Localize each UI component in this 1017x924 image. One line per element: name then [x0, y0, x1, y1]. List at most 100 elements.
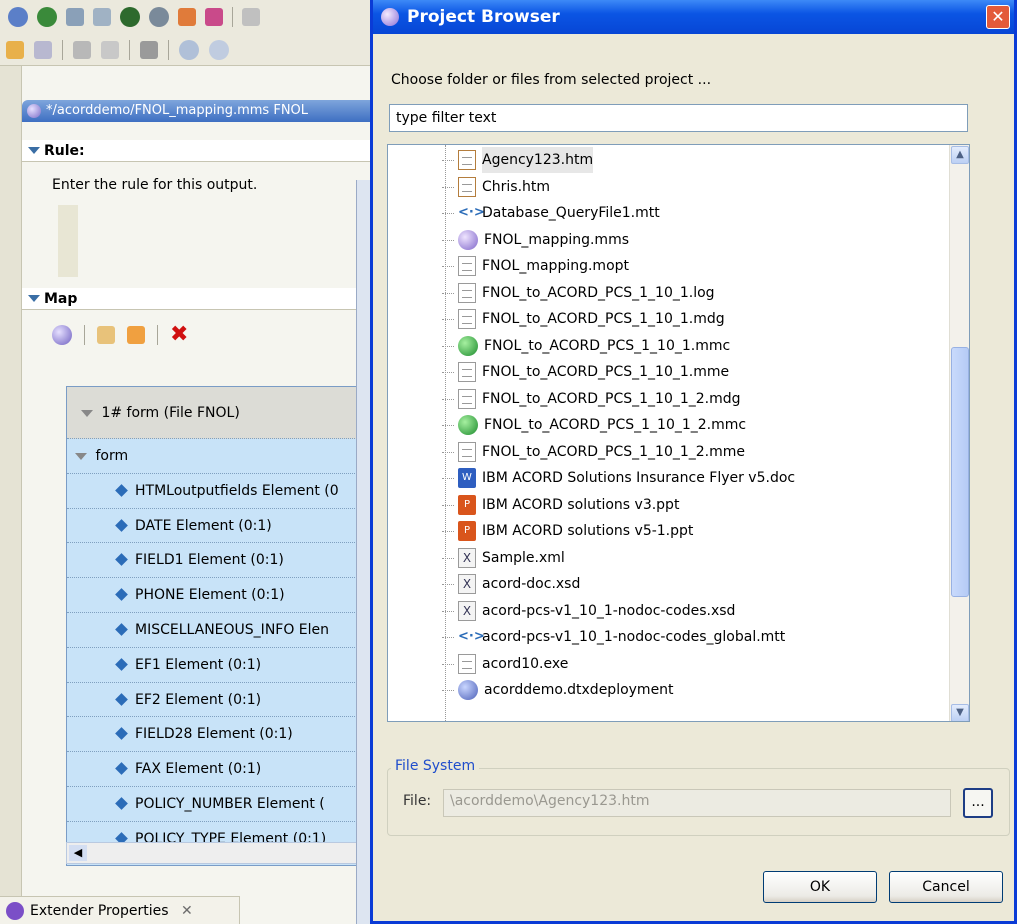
expand-arrow-icon[interactable] — [75, 453, 87, 460]
file-list-item[interactable]: FNOL_to_ACORD_PCS_1_10_1.mme — [442, 359, 729, 385]
tree-element-row[interactable]: FIELD1 Element (0:1) — [67, 543, 365, 579]
scroll-down-icon[interactable]: ▼ — [951, 704, 969, 721]
file-list-item[interactable]: <·> acord-pcs-v1_10_1-nodoc-codes_global.… — [442, 624, 785, 650]
extender-properties-tab[interactable]: Extender Properties ✕ — [0, 896, 240, 924]
file-name: FNOL_to_ACORD_PCS_1_10_1_2.mmc — [484, 417, 747, 433]
file-list-item[interactable]: FNOL_mapping.mms — [442, 227, 629, 253]
tree-element-row[interactable]: MISCELLANEOUS_INFO Elen — [67, 613, 365, 648]
rule-section-header[interactable]: Rule: — [22, 140, 380, 162]
deployment-icon — [458, 680, 478, 700]
toolbar-zoom-in-icon[interactable] — [179, 39, 199, 60]
add-map-icon[interactable] — [52, 325, 72, 345]
file-list-item[interactable]: X Sample.xml — [442, 545, 565, 571]
mtt-file-icon: <·> — [458, 629, 485, 644]
scroll-left-icon[interactable]: ◀ — [69, 845, 87, 861]
element-label: POLICY_NUMBER Element ( — [135, 795, 325, 812]
file-list-item[interactable]: FNOL_to_ACORD_PCS_1_10_1_2.mdg — [442, 386, 741, 412]
file-list-item[interactable]: acord10.exe — [442, 651, 568, 677]
toolbar-debug-icon[interactable] — [37, 7, 57, 27]
file-list-item[interactable]: W IBM ACORD Solutions Insurance Flyer v5.… — [442, 465, 795, 491]
ok-button[interactable]: OK — [763, 871, 877, 903]
tree-element-row[interactable]: PHONE Element (0:1) — [67, 578, 365, 613]
delete-map-icon[interactable]: ✖ — [170, 324, 188, 346]
file-list-item[interactable]: Chris.htm — [442, 174, 550, 200]
tree-element-row[interactable]: FAX Element (0:1) — [67, 752, 365, 787]
element-icon — [115, 692, 128, 706]
tree-element-row[interactable]: POLICY_NUMBER Element ( — [67, 787, 365, 822]
element-label: EF2 Element (0:1) — [135, 691, 262, 708]
toolbar-run-icon[interactable] — [8, 7, 28, 27]
toolbar-zoom-out-icon[interactable] — [209, 39, 229, 60]
file-list-item[interactable]: Agency123.htm — [442, 147, 594, 173]
toolbar-gear-icon[interactable] — [149, 7, 169, 27]
toolbar-delete-icon[interactable] — [140, 40, 158, 59]
editor-tab[interactable]: */acorddemo/FNOL_mapping.mms FNOL — [22, 100, 380, 122]
file-list-scrollbar[interactable]: ▲ ▼ — [949, 145, 969, 721]
file-name: acorddemo.dtxdeployment — [484, 682, 674, 698]
scroll-up-icon[interactable]: ▲ — [951, 146, 969, 164]
toolbar-map-settings-icon[interactable] — [93, 8, 111, 26]
toolbar-code-icon[interactable] — [242, 8, 260, 26]
tree-element-row[interactable]: EF2 Element (0:1) — [67, 683, 365, 718]
tree-element-row[interactable]: DATE Element (0:1) — [67, 509, 365, 544]
scroll-thumb[interactable] — [951, 347, 969, 597]
file-list-item[interactable]: P IBM ACORD solutions v3.ppt — [442, 492, 679, 518]
tree-element-row[interactable]: FIELD28 Element (0:1) — [67, 717, 365, 753]
close-button[interactable]: ✕ — [986, 5, 1010, 29]
dialog-titlebar[interactable]: Project Browser ✕ — [373, 0, 1014, 34]
map-section-header[interactable]: Map — [22, 288, 380, 310]
toolbar-copy-icon[interactable] — [73, 40, 91, 59]
file-list-item[interactable]: FNOL_mapping.mopt — [442, 253, 629, 279]
file-list-item[interactable]: Xacord-doc.xsd — [442, 571, 580, 597]
tree-connector — [442, 637, 454, 638]
file-list-item[interactable]: Xacord-pcs-v1_10_1-nodoc-codes.xsd — [442, 598, 735, 624]
collapse-arrow-icon[interactable] — [28, 147, 40, 154]
toolbar-separator — [157, 325, 158, 345]
file-list-item[interactable]: FNOL_to_ACORD_PCS_1_10_1.mdg — [442, 306, 725, 332]
toolbar-compare-icon[interactable] — [178, 8, 196, 26]
file-list-item[interactable]: <·> Database_QueryFile1.mtt — [442, 200, 660, 226]
file-list-item[interactable]: FNOL_to_ACORD_PCS_1_10_1.mmc — [442, 333, 730, 359]
rule-input[interactable] — [58, 205, 78, 277]
file-list-item[interactable]: FNOL_to_ACORD_PCS_1_10_1_2.mmc — [442, 412, 747, 438]
tree-connector — [442, 239, 454, 241]
text-file-icon — [458, 282, 476, 303]
tree-element-row[interactable]: HTMLoutputfields Element (0 — [67, 474, 365, 509]
move-up-icon[interactable] — [127, 326, 145, 344]
toolbar-paste-icon[interactable] — [101, 40, 119, 59]
move-down-icon[interactable] — [97, 326, 115, 344]
element-icon — [115, 727, 128, 741]
file-list-item[interactable]: FNOL_to_ACORD_PCS_1_10_1_2.mme — [442, 439, 746, 465]
toolbar-map-icon[interactable] — [66, 8, 84, 26]
cancel-button[interactable]: Cancel — [889, 871, 1003, 903]
tree-connector — [442, 425, 454, 426]
element-label: FIELD28 Element (0:1) — [135, 726, 293, 743]
tree-connector — [442, 690, 454, 691]
tree-header-row[interactable]: 1# form (File FNOL) — [67, 387, 365, 439]
tree-horizontal-scrollbar[interactable]: ◀ — [66, 842, 366, 864]
file-path-field: \acorddemo\Agency123.htm — [443, 789, 951, 817]
file-name: FNOL_to_ACORD_PCS_1_10_1_2.mdg — [482, 390, 741, 407]
filter-input[interactable] — [389, 104, 968, 132]
file-list-item[interactable]: FNOL_to_ACORD_PCS_1_10_1.log — [442, 280, 715, 306]
toolbar-sync-icon[interactable] — [205, 8, 223, 26]
compiled-map-icon — [458, 415, 478, 435]
file-name: FNOL_to_ACORD_PCS_1_10_1_2.mme — [482, 443, 746, 460]
tree-connector — [442, 213, 454, 214]
toolbar-build-icon[interactable] — [120, 7, 140, 27]
map-tree: 1# form (File FNOL) form HTMLoutputfield… — [66, 386, 366, 866]
tree-element-row[interactable]: EF1 Element (0:1) — [67, 648, 365, 683]
tree-connector — [442, 557, 454, 559]
file-list-item[interactable]: P IBM ACORD solutions v5-1.ppt — [442, 518, 693, 544]
browse-button[interactable]: ... — [963, 788, 993, 818]
toolbar-back-icon[interactable] — [6, 40, 24, 59]
toolbar-forward-icon[interactable] — [34, 40, 52, 59]
collapse-arrow-icon[interactable] — [28, 295, 40, 302]
tree-root-row[interactable]: form — [67, 439, 365, 474]
tree-header-label: 1# form (File FNOL) — [101, 405, 240, 421]
map-section-title: Map — [44, 291, 78, 307]
file-list-item[interactable]: acorddemo.dtxdeployment — [442, 677, 674, 703]
rule-section-title: Rule: — [44, 143, 85, 159]
expand-arrow-icon[interactable] — [81, 410, 93, 417]
close-tab-icon[interactable]: ✕ — [181, 903, 193, 919]
